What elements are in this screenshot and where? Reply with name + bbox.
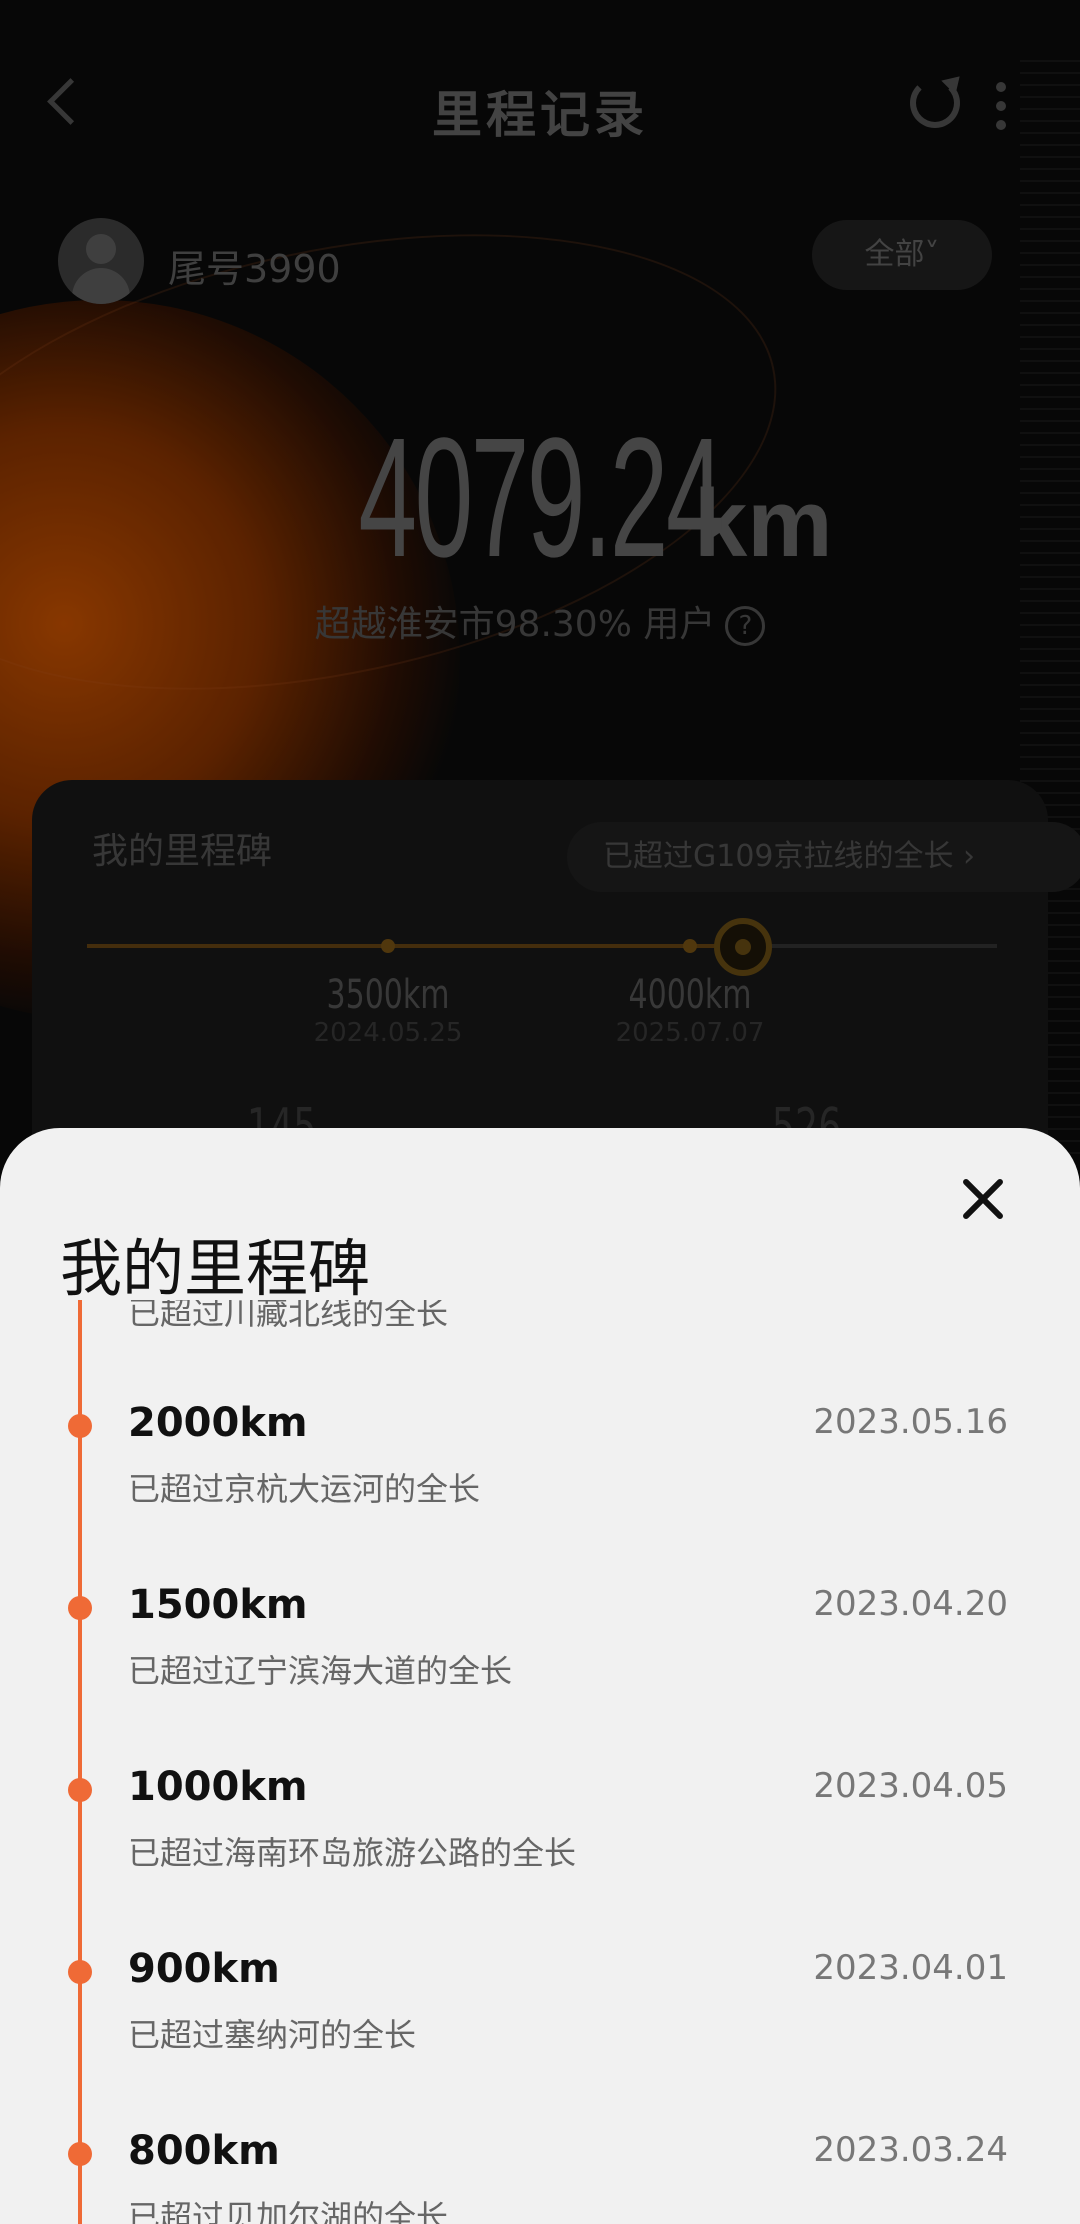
item-km: 1000km bbox=[128, 1764, 308, 1810]
item-desc: 已超过海南环岛旅游公路的全长 bbox=[128, 1834, 577, 1872]
item-desc: 已超过塞纳河的全长 bbox=[128, 2016, 417, 2054]
timeline-dot bbox=[68, 1596, 92, 1620]
list-item[interactable]: 1000km 2023.04.05 已超过海南环岛旅游公路的全长 bbox=[0, 1764, 1080, 1934]
list-item[interactable]: 2000km 2023.05.16 已超过京杭大运河的全长 bbox=[0, 1400, 1080, 1570]
item-date: 2023.04.20 bbox=[813, 1584, 1008, 1624]
list-item[interactable]: 1500km 2023.04.20 已超过辽宁滨海大道的全长 bbox=[0, 1582, 1080, 1752]
item-desc: 已超过贝加尔湖的全长 bbox=[128, 2198, 449, 2224]
partial-item-desc: 已超过川藏北线的全长 bbox=[128, 1300, 449, 1332]
item-km: 900km bbox=[128, 1946, 280, 1992]
sheet-title: 我的里程碑 bbox=[60, 1232, 371, 1305]
item-desc: 已超过辽宁滨海大道的全长 bbox=[128, 1652, 513, 1690]
list-item[interactable]: 800km 2023.03.24 已超过贝加尔湖的全长 bbox=[0, 2128, 1080, 2224]
item-date: 2023.03.24 bbox=[813, 2130, 1008, 2170]
timeline-dot bbox=[68, 1414, 92, 1438]
timeline-dot bbox=[68, 1960, 92, 1984]
item-date: 2023.04.01 bbox=[813, 1948, 1008, 1988]
item-desc: 已超过京杭大运河的全长 bbox=[128, 1470, 481, 1508]
item-km: 2000km bbox=[128, 1400, 308, 1446]
item-date: 2023.04.05 bbox=[813, 1766, 1008, 1806]
item-km: 1500km bbox=[128, 1582, 308, 1628]
item-date: 2023.05.16 bbox=[813, 1402, 1008, 1442]
timeline-dot bbox=[68, 1778, 92, 1802]
list-item[interactable]: 900km 2023.04.01 已超过塞纳河的全长 bbox=[0, 1946, 1080, 2116]
milestone-sheet: 我的里程碑 已超过川藏北线的全长 2000km 2023.05.16 已超过京杭… bbox=[0, 1128, 1080, 2224]
close-icon[interactable] bbox=[960, 1176, 1004, 1220]
timeline-dot bbox=[68, 2142, 92, 2166]
item-km: 800km bbox=[128, 2128, 280, 2174]
milestone-list[interactable]: 已超过川藏北线的全长 2000km 2023.05.16 已超过京杭大运河的全长… bbox=[0, 1300, 1080, 2224]
